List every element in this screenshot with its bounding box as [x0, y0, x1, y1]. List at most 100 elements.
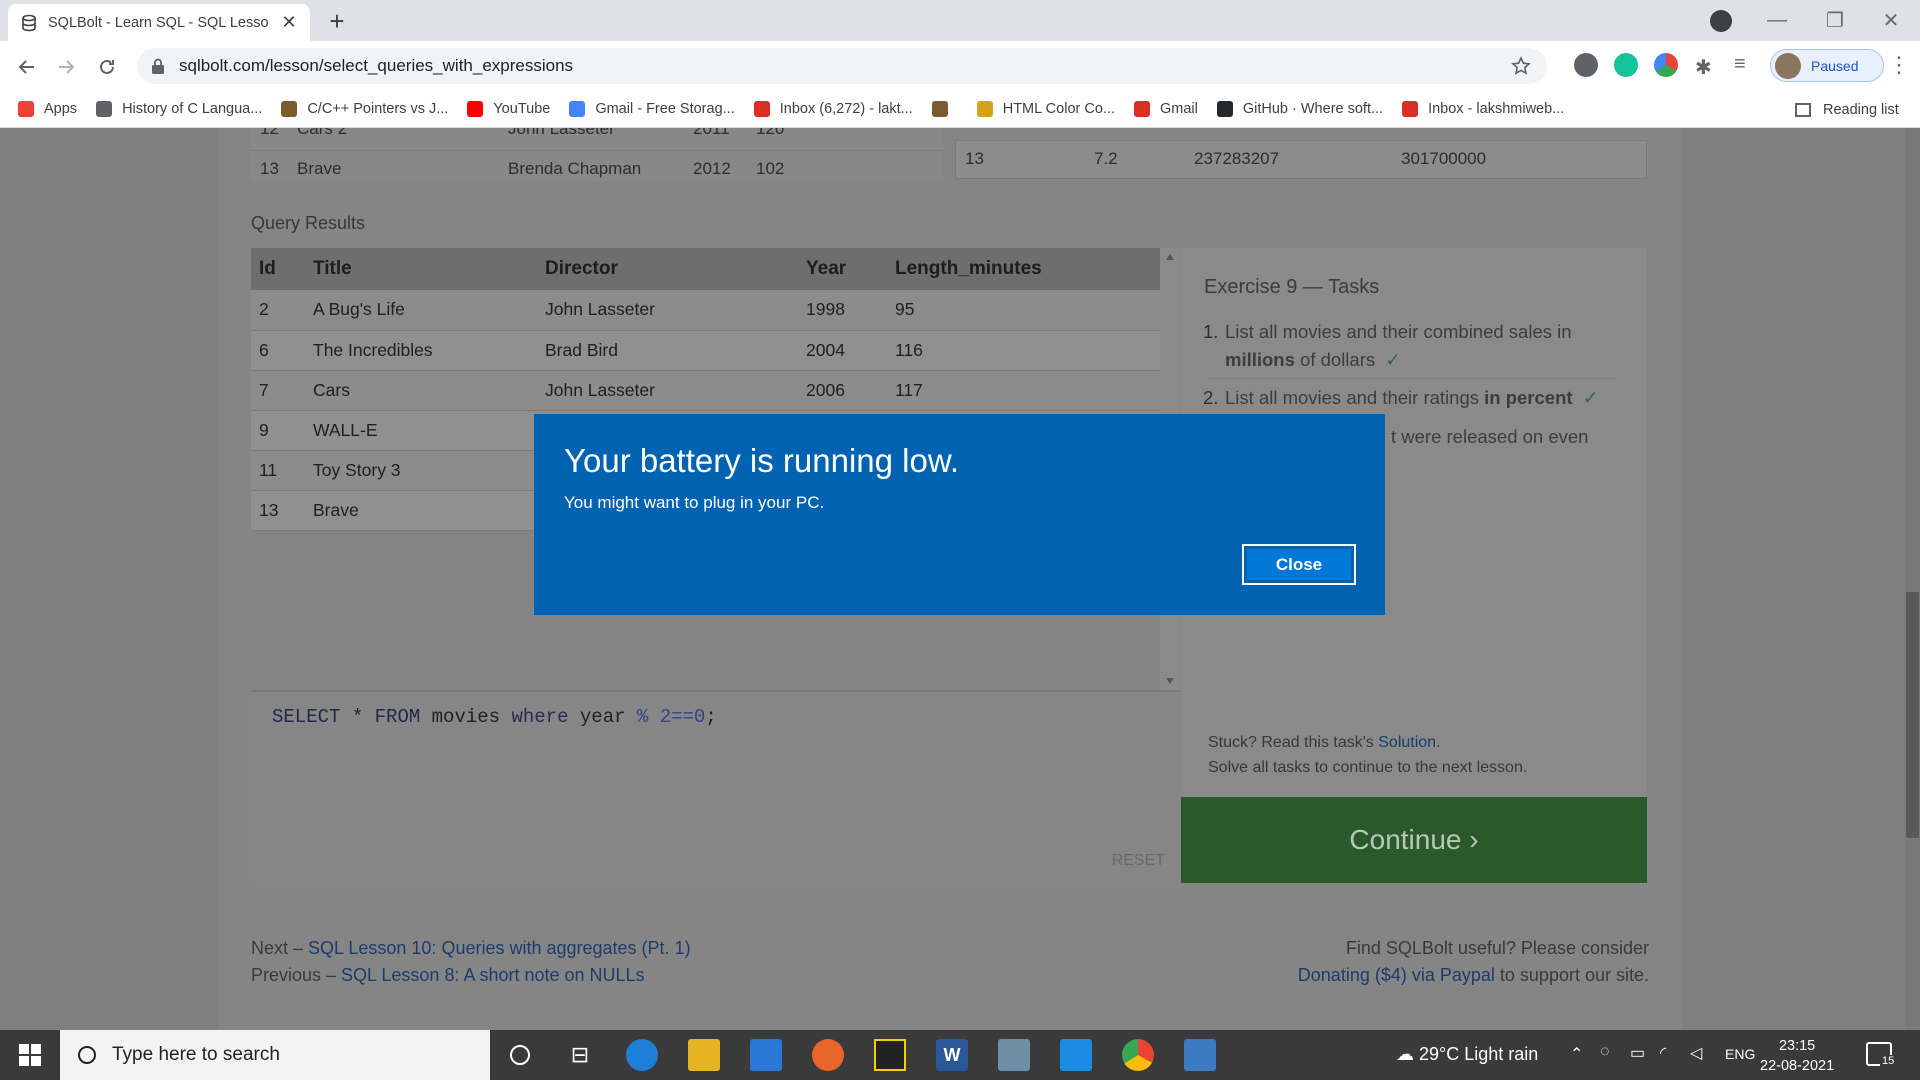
column-header: Title	[305, 248, 537, 290]
window-close-button[interactable]: ✕	[1862, 0, 1920, 41]
bookmark-star-icon[interactable]	[1511, 56, 1531, 76]
bookmark-label: HTML Color Co...	[1002, 101, 1115, 117]
sql-token: year	[568, 706, 637, 728]
chrome-icon[interactable]	[1122, 1039, 1154, 1071]
donate-link[interactable]: Donating ($4) via Paypal	[1298, 965, 1495, 985]
column-header: Id	[251, 248, 305, 290]
firefox-icon[interactable]	[812, 1039, 844, 1071]
dialog-message: You might want to plug in your PC.	[564, 493, 825, 512]
bookmark-item[interactable]: C/C++ Pointers vs J...	[281, 101, 448, 117]
mail-icon[interactable]	[750, 1039, 782, 1071]
bookmark-item[interactable]: Gmail	[1133, 101, 1198, 117]
wifi-icon[interactable]: ◜	[1660, 1043, 1666, 1063]
menu-kebab-icon[interactable]: ⋮	[1888, 52, 1910, 78]
battery-icon[interactable]: ▭	[1630, 1043, 1645, 1063]
chevron-up-icon[interactable]: ⌃	[1570, 1044, 1583, 1064]
address-bar[interactable]: sqlbolt.com/lesson/select_queries_with_e…	[137, 48, 1547, 84]
minimize-button[interactable]: —	[1748, 0, 1806, 41]
palette-icon	[976, 101, 993, 117]
task-text: List all movies and their ratings	[1225, 387, 1485, 408]
reading-list-button[interactable]: Reading list	[1795, 91, 1899, 128]
notification-count: 15	[1880, 1055, 1897, 1067]
weather-widget[interactable]: ☁ 29°C Light rain	[1396, 1044, 1538, 1065]
reading-list-label: Reading list	[1823, 101, 1899, 118]
reading-list-icon	[1795, 102, 1811, 117]
tab-close-icon[interactable]: ✕	[280, 12, 298, 33]
app-icon[interactable]	[998, 1039, 1030, 1071]
table-cell: Brave	[305, 490, 537, 531]
scrollbar-thumb[interactable]	[1906, 592, 1919, 838]
language-indicator[interactable]: ENG	[1725, 1046, 1755, 1062]
bookmark-item[interactable]: Gmail - Free Storag...	[569, 101, 735, 117]
puzzle-extensions-icon[interactable]: ✱	[1695, 55, 1712, 80]
network-icon[interactable]: ◌	[1600, 1043, 1610, 1061]
sql-query[interactable]: SELECT * FROM movies where year % 2==0;	[272, 706, 717, 728]
reset-button[interactable]: RESET	[1112, 852, 1165, 870]
back-arrow-icon[interactable]	[13, 53, 41, 81]
tab-search-icon[interactable]	[1710, 10, 1732, 32]
profile-button[interactable]: Paused	[1770, 49, 1884, 82]
task-view-icon[interactable]: ⊟	[564, 1039, 596, 1071]
hint-text: .	[1436, 734, 1441, 751]
column-header: Length_minutes	[887, 248, 1160, 290]
grammarly-icon[interactable]	[1614, 53, 1638, 77]
clock-date: 22-08-2021	[1760, 1058, 1835, 1074]
reload-icon[interactable]	[93, 53, 121, 81]
bookmark-label: Inbox (6,272) - lakt...	[779, 101, 913, 117]
bookmark-item[interactable]: Inbox - lakshmiweb...	[1402, 101, 1564, 117]
gmail-icon	[1133, 101, 1150, 117]
profile-status: Paused	[1811, 57, 1859, 74]
volume-icon[interactable]: ◁	[1690, 1043, 1702, 1063]
scroll-down-icon[interactable]	[1166, 678, 1174, 684]
table-cell: 95	[887, 290, 1160, 331]
exercise-title: Exercise 9 — Tasks	[1204, 276, 1380, 298]
bookmark-item[interactable]	[931, 101, 958, 117]
sql-editor[interactable]: SELECT * FROM movies where year % 2==0; …	[251, 690, 1181, 882]
query-results-label: Query Results	[251, 213, 366, 233]
bookmark-item[interactable]: Inbox (6,272) - lakt...	[753, 101, 913, 117]
bookmark-item[interactable]: YouTube	[467, 101, 550, 117]
table-cell: The Incredibles	[305, 330, 537, 371]
edge-icon[interactable]	[626, 1039, 658, 1071]
browser-tab[interactable]: SQLBolt - Learn SQL - SQL Lesso ✕	[8, 4, 310, 41]
clock[interactable]: 23:15 22-08-2021	[1760, 1036, 1834, 1076]
start-button[interactable]	[0, 1030, 60, 1080]
scroll-up-icon[interactable]	[1166, 254, 1174, 260]
sticky-notes-icon[interactable]	[874, 1039, 906, 1071]
media-queue-icon[interactable]: ≡	[1734, 53, 1746, 76]
table-cell: A Bug's Life	[305, 290, 537, 331]
column-header: Director	[537, 248, 798, 290]
previous-lesson-link[interactable]: SQL Lesson 8: A short note on NULLs	[341, 965, 645, 985]
word-icon[interactable]: W	[936, 1039, 968, 1071]
next-lesson-link[interactable]: SQL Lesson 10: Queries with aggregates (…	[308, 938, 691, 958]
sql-token: ;	[705, 706, 717, 728]
table-cell: Cars	[305, 370, 537, 411]
cortana-icon[interactable]	[504, 1039, 536, 1071]
color-picker-extension-icon[interactable]	[1654, 53, 1678, 77]
extension-icon[interactable]	[1574, 53, 1598, 77]
restore-button[interactable]: ❐	[1806, 0, 1864, 41]
close-button[interactable]: Close	[1242, 544, 1356, 585]
table-cell: Toy Story 3	[305, 450, 537, 491]
photos-icon[interactable]	[1184, 1039, 1216, 1071]
globe-icon	[96, 101, 113, 117]
vscode-icon[interactable]	[1060, 1039, 1092, 1071]
taskbar-search[interactable]: Type here to search	[60, 1030, 490, 1080]
bookmarks-bar: Apps History of C Langua... C/C++ Pointers…	[0, 91, 1920, 128]
file-explorer-icon[interactable]	[688, 1039, 720, 1071]
clock-time: 23:15	[1778, 1038, 1816, 1054]
bookmark-item[interactable]: History of C Langua...	[96, 101, 262, 117]
bookmark-item[interactable]: Apps	[18, 101, 77, 117]
apps-grid-icon	[18, 101, 34, 117]
solution-link[interactable]: Solution	[1378, 734, 1436, 751]
bookmark-item[interactable]: GitHub · Where soft...	[1216, 101, 1383, 117]
bookmark-label: Gmail - Free Storag...	[595, 101, 735, 117]
task-number: 2.	[1203, 387, 1219, 408]
task-text: List all movies and their combined sales…	[1225, 321, 1572, 342]
page-scrollbar[interactable]	[1905, 128, 1920, 1030]
new-tab-button[interactable]: +	[322, 6, 352, 36]
continue-button[interactable]: Continue ›	[1181, 797, 1647, 883]
google-icon	[569, 101, 586, 117]
bookmark-item[interactable]: HTML Color Co...	[976, 101, 1115, 117]
forward-arrow-icon[interactable]	[52, 53, 80, 81]
